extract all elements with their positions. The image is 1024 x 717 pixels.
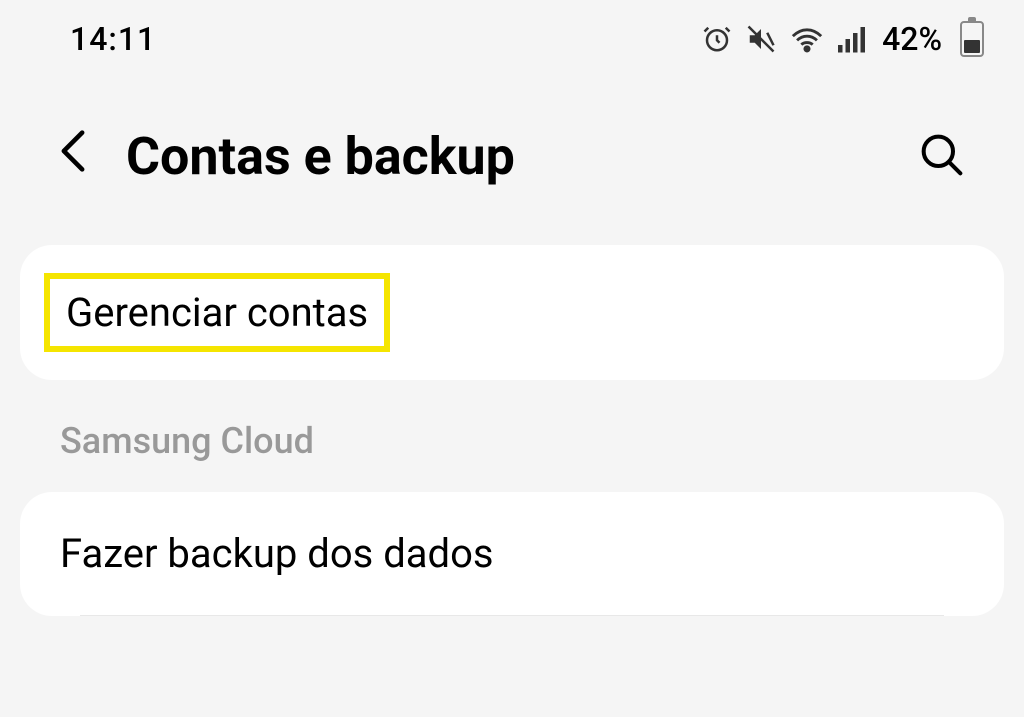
backup-data-item[interactable]: Fazer backup dos dados bbox=[20, 492, 1004, 615]
manage-accounts-item[interactable]: Gerenciar contas bbox=[20, 245, 1004, 380]
status-time: 14:11 bbox=[70, 20, 156, 58]
alarm-icon bbox=[702, 24, 732, 54]
samsung-cloud-card: Fazer backup dos dados bbox=[20, 492, 1004, 616]
back-button[interactable] bbox=[50, 118, 96, 195]
signal-icon bbox=[838, 25, 868, 53]
accounts-card: Gerenciar contas bbox=[20, 245, 1004, 380]
divider bbox=[80, 615, 944, 616]
page-title: Contas e backup bbox=[126, 126, 880, 187]
manage-accounts-label: Gerenciar contas bbox=[44, 273, 390, 352]
battery-icon bbox=[960, 21, 984, 57]
search-button[interactable] bbox=[910, 123, 974, 191]
page-header: Contas e backup bbox=[0, 68, 1024, 225]
samsung-cloud-section-label: Samsung Cloud bbox=[0, 380, 1024, 472]
status-icons: 42% bbox=[702, 20, 984, 58]
battery-percent: 42% bbox=[882, 20, 942, 58]
wifi-icon bbox=[790, 24, 824, 54]
status-bar: 14:11 bbox=[0, 0, 1024, 68]
mute-icon bbox=[746, 24, 776, 54]
